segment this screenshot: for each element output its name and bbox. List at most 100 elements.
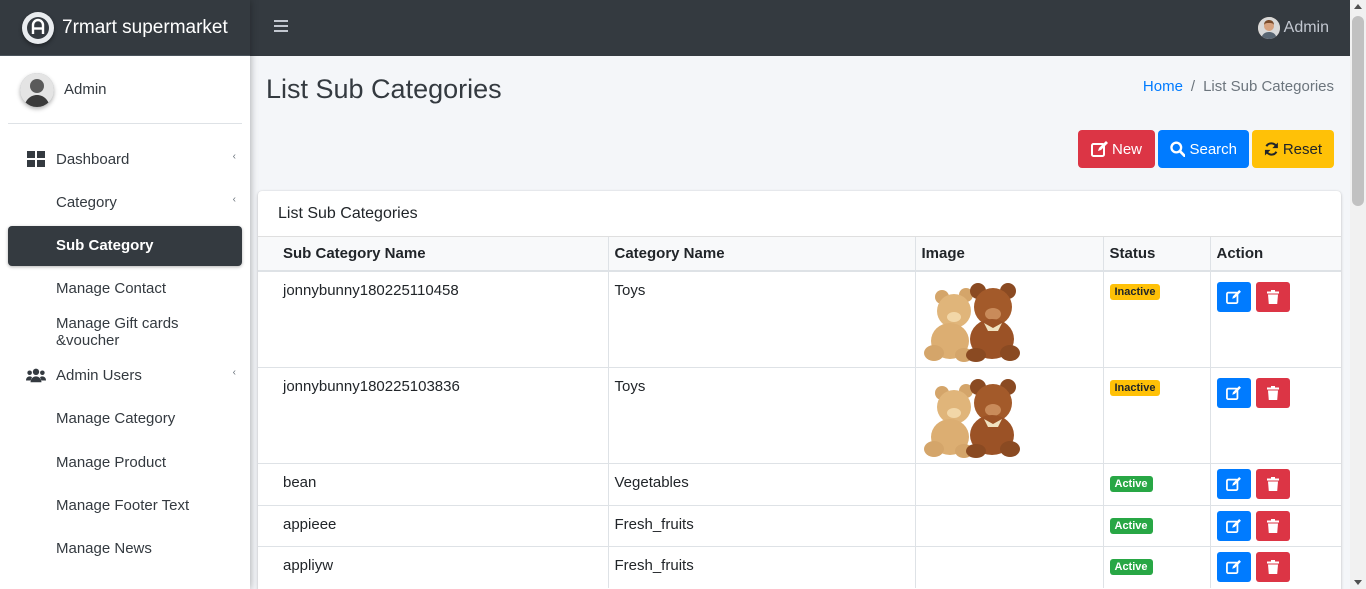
reset-button-label: Reset	[1282, 140, 1322, 158]
brand-logo-icon	[22, 11, 54, 44]
scroll-up-arrow-icon[interactable]	[1354, 4, 1362, 9]
edit-icon	[1226, 519, 1241, 533]
brand-link[interactable]: 7rmart supermarket	[0, 0, 250, 56]
main-content: List Sub Categories Home / List Sub Cate…	[250, 56, 1350, 589]
sidebar-item-label: Dashboard	[56, 150, 130, 168]
action-cell	[1210, 367, 1341, 464]
search-icon	[1170, 141, 1186, 157]
edit-icon	[1226, 560, 1241, 574]
column-header-sub-category-name[interactable]: Sub Category Name	[258, 237, 609, 272]
edit-icon	[1226, 290, 1241, 304]
edit-button[interactable]	[1216, 511, 1251, 541]
new-button-label: New	[1111, 140, 1142, 158]
sidebar-user-name: Admin	[64, 81, 107, 98]
reset-button[interactable]: Reset	[1252, 130, 1334, 168]
sidebar-item-label: Manage News	[56, 540, 152, 558]
hamburger-menu-icon[interactable]	[274, 20, 288, 34]
chevron-left-icon: ‹	[232, 151, 236, 162]
breadcrumb-separator: /	[1190, 78, 1196, 95]
table-row: appliyw Fresh_fruits Active	[258, 546, 1341, 588]
column-header-image[interactable]: Image	[915, 237, 1104, 272]
status-badge: Active	[1109, 559, 1153, 575]
image-cell	[915, 546, 1104, 588]
status-cell: Inactive	[1103, 367, 1211, 464]
category-name-cell: Vegetables	[608, 463, 916, 506]
action-cell	[1210, 463, 1341, 506]
column-header-category-name[interactable]: Category Name	[608, 237, 916, 272]
table-row: jonnybunny180225110458 Toys Inactive	[258, 270, 1341, 368]
trash-icon	[1266, 560, 1279, 574]
sidebar-item-label: Manage Product	[56, 453, 167, 471]
sidebar-item-manage-news[interactable]: Manage News	[8, 529, 242, 569]
image-cell	[915, 270, 1104, 368]
search-button[interactable]: Search	[1158, 130, 1249, 168]
status-badge: Active	[1109, 476, 1153, 492]
breadcrumb: Home / List Sub Categories	[1143, 78, 1334, 95]
edit-button[interactable]	[1216, 378, 1251, 408]
status-cell: Active	[1103, 546, 1211, 588]
sub-categories-table: Sub Category Name Category Name Image St…	[258, 237, 1341, 588]
sub-category-name-cell: appieee	[258, 505, 609, 547]
sub-category-name-cell: appliyw	[258, 546, 609, 588]
delete-button[interactable]	[1255, 552, 1290, 582]
sidebar-item-category[interactable]: Category ‹	[8, 182, 242, 222]
top-user-name: Admin	[1283, 19, 1329, 36]
delete-button[interactable]	[1255, 469, 1290, 499]
status-badge: Inactive	[1109, 284, 1161, 300]
sidebar-item-manage-gift-cards[interactable]: Manage Gift cards &voucher	[8, 312, 242, 352]
sidebar-item-label: Category	[56, 193, 117, 211]
teddy-bears-image	[923, 283, 1020, 362]
sub-category-name-cell: jonnybunny180225110458	[258, 270, 609, 368]
image-cell	[915, 505, 1104, 547]
sidebar-item-sub-category[interactable]: Sub Category	[8, 225, 242, 266]
sidebar-item-label: Admin Users	[56, 366, 142, 384]
sidebar-item-label: Manage Footer Text	[56, 496, 190, 514]
top-user-menu[interactable]: Admin	[1257, 17, 1329, 39]
table-row: jonnybunny180225103836 Toys Inactive	[258, 367, 1341, 464]
sidebar-item-label: Manage Category	[56, 410, 176, 428]
sidebar-item-admin-users[interactable]: Admin Users ‹	[8, 355, 242, 395]
edit-icon	[1226, 477, 1241, 491]
sidebar-item-manage-contact[interactable]: Manage Contact	[8, 269, 242, 309]
status-cell: Inactive	[1103, 270, 1211, 368]
delete-button[interactable]	[1255, 378, 1290, 408]
scroll-down-arrow-icon[interactable]	[1354, 580, 1362, 585]
action-cell	[1210, 546, 1341, 588]
sidebar-item-manage-footer-text[interactable]: Manage Footer Text	[8, 485, 242, 525]
delete-button[interactable]	[1255, 282, 1290, 312]
new-button[interactable]: New	[1078, 130, 1155, 168]
scroll-thumb[interactable]	[1352, 16, 1364, 206]
category-name-cell: Toys	[608, 367, 916, 464]
trash-icon	[1266, 386, 1279, 400]
category-name-cell: Fresh_fruits	[608, 505, 916, 547]
table-row: appieee Fresh_fruits Active	[258, 505, 1341, 547]
column-header-status[interactable]: Status	[1103, 237, 1211, 272]
teddy-bears-image	[923, 379, 1020, 458]
page-scrollbar[interactable]	[1350, 0, 1366, 589]
edit-button[interactable]	[1216, 469, 1251, 499]
delete-button[interactable]	[1255, 511, 1290, 541]
sidebar-user-panel[interactable]: Admin	[8, 56, 242, 124]
sidebar-item-manage-category[interactable]: Manage Category	[8, 399, 242, 439]
refresh-icon	[1264, 142, 1278, 156]
sub-category-name-cell: bean	[258, 463, 609, 506]
edit-button[interactable]	[1216, 282, 1251, 312]
trash-icon	[1266, 519, 1279, 533]
column-header-action[interactable]: Action	[1210, 237, 1341, 272]
action-cell	[1210, 505, 1341, 547]
image-cell	[915, 367, 1104, 464]
sidebar-item-manage-product[interactable]: Manage Product	[8, 442, 242, 482]
page-title: List Sub Categories	[266, 74, 502, 104]
edit-icon	[1226, 386, 1241, 400]
breadcrumb-home-link[interactable]: Home	[1143, 78, 1183, 95]
category-name-cell: Fresh_fruits	[608, 546, 916, 588]
sidebar-item-label: Manage Gift cards &voucher	[56, 315, 179, 350]
top-navbar: Admin	[250, 0, 1350, 56]
edit-icon	[1090, 141, 1108, 157]
action-cell	[1210, 270, 1341, 368]
edit-button[interactable]	[1216, 552, 1251, 582]
sidebar-item-dashboard[interactable]: Dashboard ‹	[8, 139, 242, 179]
status-cell: Active	[1103, 463, 1211, 506]
brand-name: 7rmart supermarket	[62, 16, 228, 38]
top-user-avatar	[1257, 17, 1280, 39]
